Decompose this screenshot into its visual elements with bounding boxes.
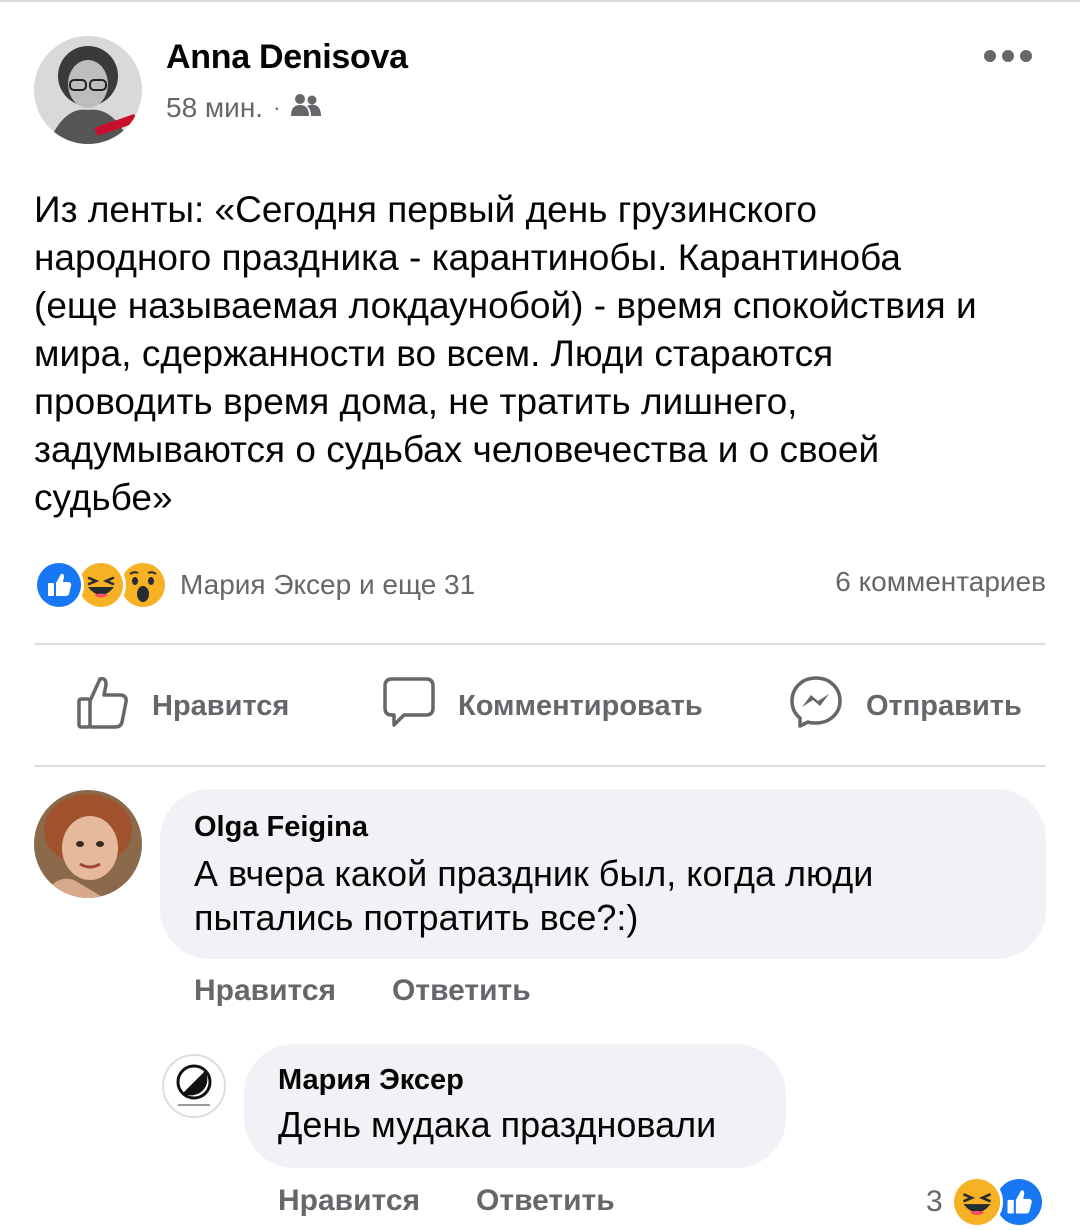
reaction-names[interactable]: Мария Эксер и еще 31 [180, 569, 475, 601]
comment-reply-button[interactable]: Ответить [392, 974, 531, 1008]
comment-label: Комментировать [458, 689, 703, 722]
comment-author[interactable]: Olga Feigina [194, 811, 1012, 844]
reactions-summary[interactable]: Мария Эксер и еще 31 [34, 560, 475, 610]
comments-count[interactable]: 6 комментариев [835, 566, 1046, 598]
haha-icon [950, 1176, 1003, 1228]
send-label: Отправить [866, 689, 1022, 722]
more-options-icon[interactable] [978, 38, 1038, 74]
messenger-icon [788, 674, 844, 738]
comment-text: А вчера какой праздник был, когда люди п… [194, 853, 874, 938]
reply-author[interactable]: Мария Эксер [278, 1064, 752, 1097]
commenter-avatar[interactable] [34, 790, 142, 898]
reply-text: День мудака праздновали [278, 1104, 717, 1145]
like-label: Нравится [152, 689, 290, 722]
reply-like-button[interactable]: Нравится [278, 1184, 420, 1218]
post-text: Из ленты: «Сегодня первый день грузинско… [34, 189, 977, 518]
comment-like-button[interactable]: Нравится [194, 974, 336, 1008]
reply-bubble: Мария Эксер День мудака праздновали [244, 1044, 786, 1168]
reply-reactions[interactable]: 3 [926, 1176, 1045, 1228]
like-icon [34, 560, 84, 610]
author-name[interactable]: Anna Denisova [166, 38, 408, 77]
reply-reaction-count: 3 [926, 1185, 943, 1218]
reply-avatar[interactable] [162, 1054, 226, 1118]
send-button[interactable]: Отправить [788, 676, 1022, 736]
post-meta: 58 мин. · [166, 90, 322, 126]
like-button[interactable]: Нравится [76, 676, 289, 736]
comment-icon [382, 674, 436, 738]
meta-separator: · [273, 95, 281, 120]
divider-top [34, 643, 1046, 645]
thumbs-up-icon [76, 673, 130, 739]
friends-icon[interactable] [290, 92, 322, 125]
author-avatar[interactable] [34, 36, 142, 144]
comment-actions: Нравится Ответить [194, 974, 531, 1008]
comment-bubble: Olga Feigina А вчера какой праздник был,… [160, 789, 1046, 959]
reply-actions: Нравится Ответить [278, 1184, 615, 1218]
top-border [0, 0, 1080, 2]
divider-bottom [34, 765, 1046, 767]
comment-button[interactable]: Комментировать [382, 676, 703, 736]
post-time[interactable]: 58 мин. [166, 92, 263, 124]
reply-reply-button[interactable]: Ответить [476, 1184, 615, 1218]
